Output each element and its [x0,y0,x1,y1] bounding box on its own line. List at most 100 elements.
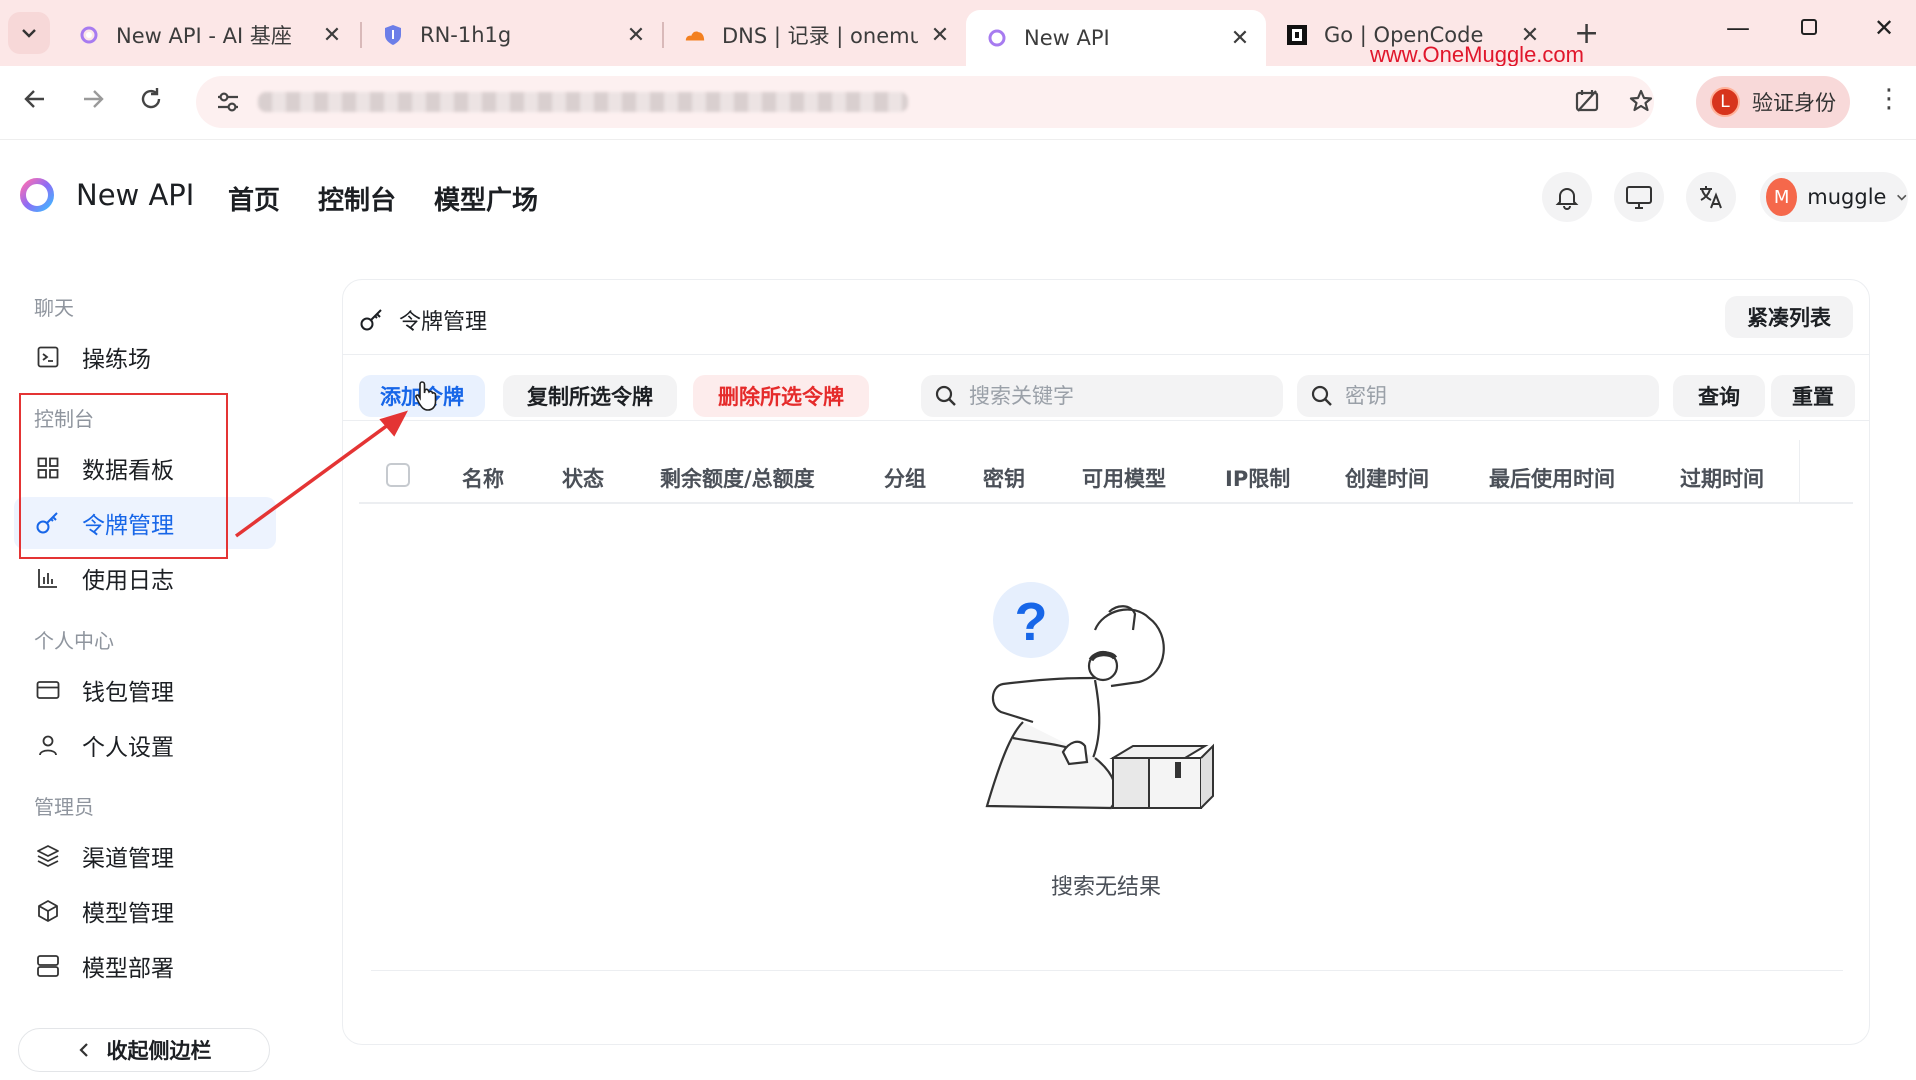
browser-tab[interactable]: New API - AI 基座 ✕ [58,12,358,58]
close-icon[interactable]: ✕ [320,23,344,48]
select-all-checkbox[interactable] [386,463,410,487]
close-window-button[interactable]: ✕ [1874,14,1894,42]
language-button[interactable] [1686,172,1736,222]
chevron-down-icon [22,29,36,38]
column-header-key[interactable]: 密钥 [983,463,1025,493]
svg-text:?: ? [1015,592,1048,652]
nav-home[interactable]: 首页 [228,180,280,217]
column-header-models[interactable]: 可用模型 [1082,463,1166,493]
theme-button[interactable] [1614,172,1664,222]
column-header-last-used-time[interactable]: 最后使用时间 [1489,463,1615,493]
divider [371,970,1843,971]
collapse-sidebar-label: 收起侧边栏 [106,1039,212,1063]
page-title-text: 令牌管理 [399,310,488,335]
hand-cursor-icon [415,381,437,411]
chevron-down-icon [1897,194,1907,201]
maximize-button[interactable] [1800,14,1818,42]
profile-avatar: L [1710,87,1740,117]
sidebar-item-usage-log[interactable]: 使用日志 [14,552,276,604]
sidebar-item-label: 模型管理 [82,901,174,927]
translate-icon [1700,186,1722,209]
nav-model-plaza[interactable]: 模型广场 [434,180,538,217]
sidebar-item-profile[interactable]: 个人设置 [14,719,276,771]
delete-selected-tokens-button[interactable]: 删除所选令牌 [693,375,869,417]
verify-identity-button[interactable]: L 验证身份 [1696,76,1850,128]
browser-tab[interactable]: RN-1h1g ✕ [362,12,662,58]
close-icon[interactable]: ✕ [624,23,648,48]
address-bar: L 验证身份 ⋮ [0,66,1916,140]
close-icon[interactable]: ✕ [1228,26,1252,51]
column-header-name[interactable]: 名称 [462,463,504,493]
copy-selected-tokens-button[interactable]: 复制所选令牌 [503,375,677,417]
minimize-button[interactable]: — [1726,14,1750,42]
sidebar-section-chat: 聊天 [34,296,74,320]
monitor-icon [1626,186,1652,209]
watermark: www.OneMuggle.com [1370,42,1584,67]
column-header-quota[interactable]: 剩余额度/总额度 [660,463,815,493]
collapse-sidebar-button[interactable]: 收起侧边栏 [18,1028,270,1072]
keyword-search-input[interactable] [969,384,1269,408]
shield-icon [382,24,404,46]
divider [343,420,1869,421]
column-header-group[interactable]: 分组 [884,463,926,493]
chevron-left-icon [78,1043,88,1057]
sidebar-item-label: 个人设置 [82,735,174,761]
brand-name[interactable]: New API [76,178,194,212]
reset-button[interactable]: 重置 [1771,375,1855,417]
tab-title: New API [1024,26,1110,50]
sidebar-item-models[interactable]: 模型管理 [14,885,276,937]
divider [343,354,1869,355]
key-search-field[interactable] [1297,375,1659,417]
sidebar-item-model-deploy[interactable]: 模型部署 [14,940,276,992]
user-icon [34,731,62,759]
back-icon[interactable] [22,86,48,119]
column-header-created-time[interactable]: 创建时间 [1345,463,1429,493]
column-header-expire-time[interactable]: 过期时间 [1680,463,1764,493]
sidebar-item-channels[interactable]: 渠道管理 [14,830,276,882]
bookmark-star-icon[interactable] [1628,88,1654,121]
search-icon [935,385,956,406]
user-menu[interactable]: M muggle [1760,172,1908,222]
browser-tab-bar: New API - AI 基座 ✕ RN-1h1g ✕ DNS | 记录 | o… [0,0,1916,67]
key-search-input[interactable] [1345,384,1645,408]
sidebar-item-wallet[interactable]: 钱包管理 [14,664,276,716]
sidebar-item-label: 渠道管理 [82,846,174,872]
forward-icon[interactable] [80,86,106,119]
tab-title: DNS | 记录 | onemug [722,24,918,48]
search-icon [1311,385,1332,406]
sidebar-item-label: 模型部署 [82,956,174,982]
verify-label: 验证身份 [1752,91,1836,115]
page-title: 令牌管理 [359,304,487,336]
playground-icon [34,343,62,371]
box-icon [34,897,62,925]
nav-console[interactable]: 控制台 [318,180,396,217]
browser-tab[interactable]: DNS | 记录 | onemug ✕ [664,12,966,58]
wallet-icon [34,676,62,704]
site-settings-icon[interactable] [214,88,242,116]
column-divider [1799,440,1800,502]
notifications-button[interactable] [1542,172,1592,222]
sidebar-item-label: 操练场 [82,347,151,373]
key-icon [360,309,382,331]
browser-tab-active[interactable]: New API ✕ [966,10,1266,66]
tab-title: RN-1h1g [420,23,512,47]
column-header-status[interactable]: 状态 [562,463,604,493]
no-sync-icon[interactable] [1574,88,1600,121]
avatar: M [1766,178,1798,216]
newapi-logo-icon[interactable] [20,178,54,212]
column-header-ip-limit[interactable]: IP限制 [1225,463,1290,493]
sidebar-item-playground[interactable]: 操练场 [14,331,276,383]
layers-icon [34,842,62,870]
query-button[interactable]: 查询 [1673,375,1765,417]
url-field[interactable] [196,76,1654,128]
cloudflare-icon [684,24,706,46]
url-text-blurred [258,92,908,112]
close-icon[interactable]: ✕ [928,23,952,48]
reload-icon[interactable] [138,86,164,119]
tab-search-button[interactable] [8,12,50,54]
sidebar-section-admin: 管理员 [34,795,94,819]
browser-menu-icon[interactable]: ⋮ [1876,84,1902,114]
keyword-search-field[interactable] [921,375,1283,417]
compact-list-toggle[interactable]: 紧凑列表 [1725,296,1853,338]
empty-state-text: 搜索无结果 [1050,875,1161,900]
